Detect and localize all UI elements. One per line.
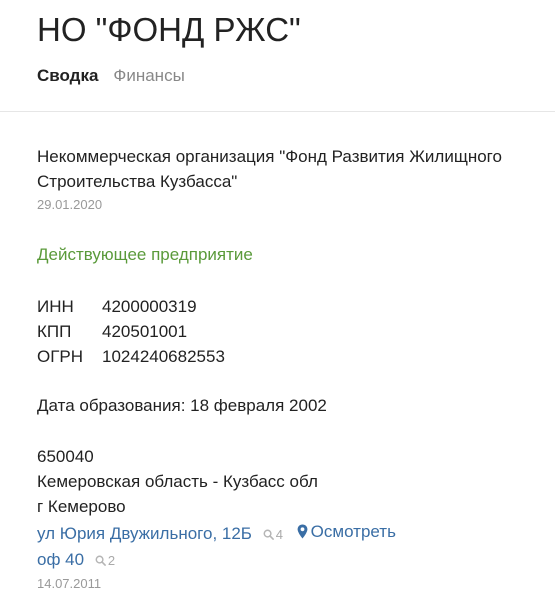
tab-finance[interactable]: Финансы xyxy=(113,66,184,86)
page-header: НО "ФОНД РЖС" Сводка Финансы xyxy=(0,0,555,112)
street-count-value: 4 xyxy=(275,527,283,543)
kpp-label: КПП xyxy=(37,322,72,341)
street-link[interactable]: ул Юрия Двужильного, 12Б xyxy=(37,524,252,543)
address-office-line: оф 40 2 xyxy=(37,547,396,573)
street-search-count[interactable]: 4 xyxy=(263,522,283,547)
org-full-name: Некоммерческая организация "Фонд Развити… xyxy=(37,147,502,191)
address-region: Кемеровская область - Кузбасс обл xyxy=(37,472,318,491)
tabs: Сводка Финансы xyxy=(37,66,185,86)
inn-value: 4200000319 xyxy=(102,297,197,316)
founded-date: Дата образования: 18 февраля 2002 xyxy=(37,396,327,415)
ogrn-row: ОГРН 1024240682553 xyxy=(37,344,225,369)
map-link[interactable]: Осмотреть xyxy=(297,519,396,544)
org-name-date: 29.01.2020 xyxy=(37,197,103,212)
status-label: Действующее предприятие xyxy=(37,245,253,264)
ogrn-value: 1024240682553 xyxy=(102,347,225,366)
inn-row: ИНН 4200000319 xyxy=(37,294,225,319)
office-link[interactable]: оф 40 xyxy=(37,550,84,569)
registration-codes: ИНН 4200000319 КПП 420501001 ОГРН 102424… xyxy=(37,294,225,369)
org-summary: Некоммерческая организация "Фонд Развити… xyxy=(37,144,537,589)
page-title: НО "ФОНД РЖС" xyxy=(37,11,301,48)
search-icon xyxy=(95,555,106,566)
address-street-line: ул Юрия Двужильного, 12Б 4 Осмотреть xyxy=(37,519,396,547)
inn-label: ИНН xyxy=(37,297,74,316)
search-icon xyxy=(263,529,274,540)
kpp-value: 420501001 xyxy=(102,322,188,341)
map-pin-icon xyxy=(297,524,308,539)
office-search-count[interactable]: 2 xyxy=(95,548,115,573)
kpp-row: КПП 420501001 xyxy=(37,319,225,344)
office-count-value: 2 xyxy=(107,553,116,569)
address-date: 14.07.2011 xyxy=(37,576,102,589)
address-block: 650040 Кемеровская область - Кузбасс обл… xyxy=(37,444,396,589)
ogrn-label: ОГРН xyxy=(37,347,84,366)
map-link-label: Осмотреть xyxy=(310,522,396,541)
address-city: г Кемерово xyxy=(37,497,126,516)
address-zip: 650040 xyxy=(37,447,94,466)
tab-summary[interactable]: Сводка xyxy=(37,66,98,86)
